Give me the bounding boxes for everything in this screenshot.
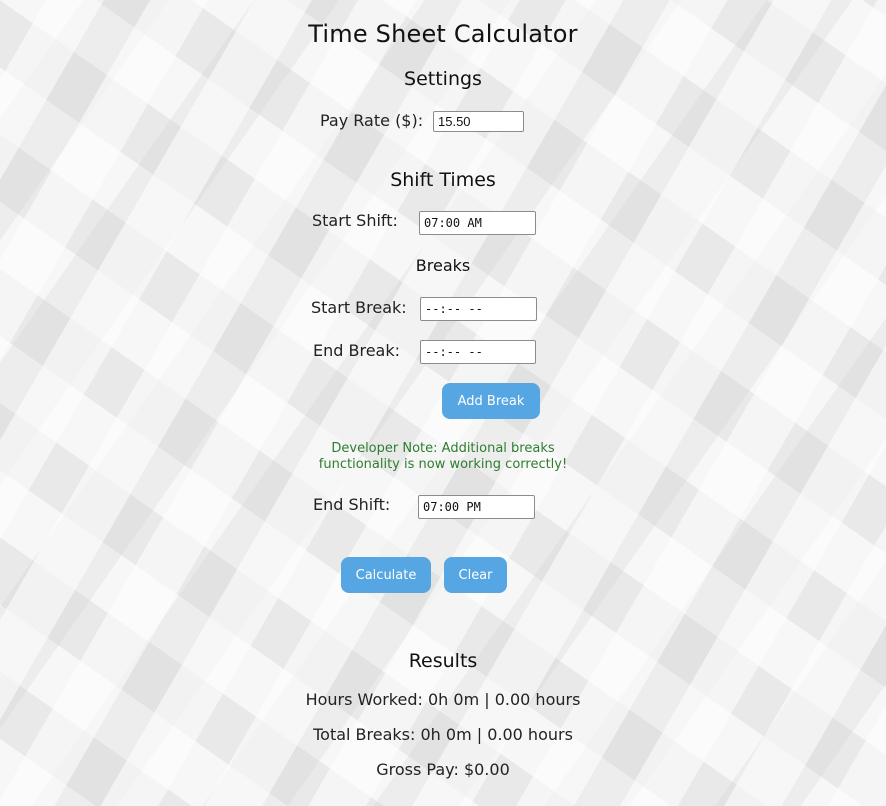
end-break-label: End Break: [313,341,400,360]
page-title: Time Sheet Calculator [308,20,578,48]
end-shift-label: End Shift: [313,495,391,514]
start-shift-label: Start Shift: [312,211,398,230]
calculate-button[interactable]: Calculate [341,557,431,593]
developer-note-line2: functionality is now working correctly! [318,457,568,472]
shift-times-heading: Shift Times [390,169,496,191]
end-break-input[interactable]: --:-- -- [420,340,536,364]
start-break-label: Start Break: [311,298,407,317]
time-sheet-app: Time Sheet Calculator Settings Pay Rate … [0,0,886,806]
hours-worked-result: Hours Worked: 0h 0m | 0.00 hours [305,690,581,709]
start-shift-input[interactable]: 07:00 AM [419,211,536,235]
settings-heading: Settings [404,68,482,90]
developer-note-line1: Developer Note: Additional breaks [331,441,555,456]
add-break-button[interactable]: Add Break [442,383,540,419]
results-heading: Results [408,650,478,672]
total-breaks-result: Total Breaks: 0h 0m | 0.00 hours [313,725,573,744]
pay-rate-input[interactable]: 15.50 [433,111,524,132]
breaks-heading: Breaks [415,256,471,275]
pay-rate-label: Pay Rate ($): [320,111,424,130]
end-shift-input[interactable]: 07:00 PM [418,495,535,519]
gross-pay-result: Gross Pay: $0.00 [376,760,510,779]
clear-button[interactable]: Clear [444,557,507,593]
start-break-input[interactable]: --:-- -- [420,297,537,321]
